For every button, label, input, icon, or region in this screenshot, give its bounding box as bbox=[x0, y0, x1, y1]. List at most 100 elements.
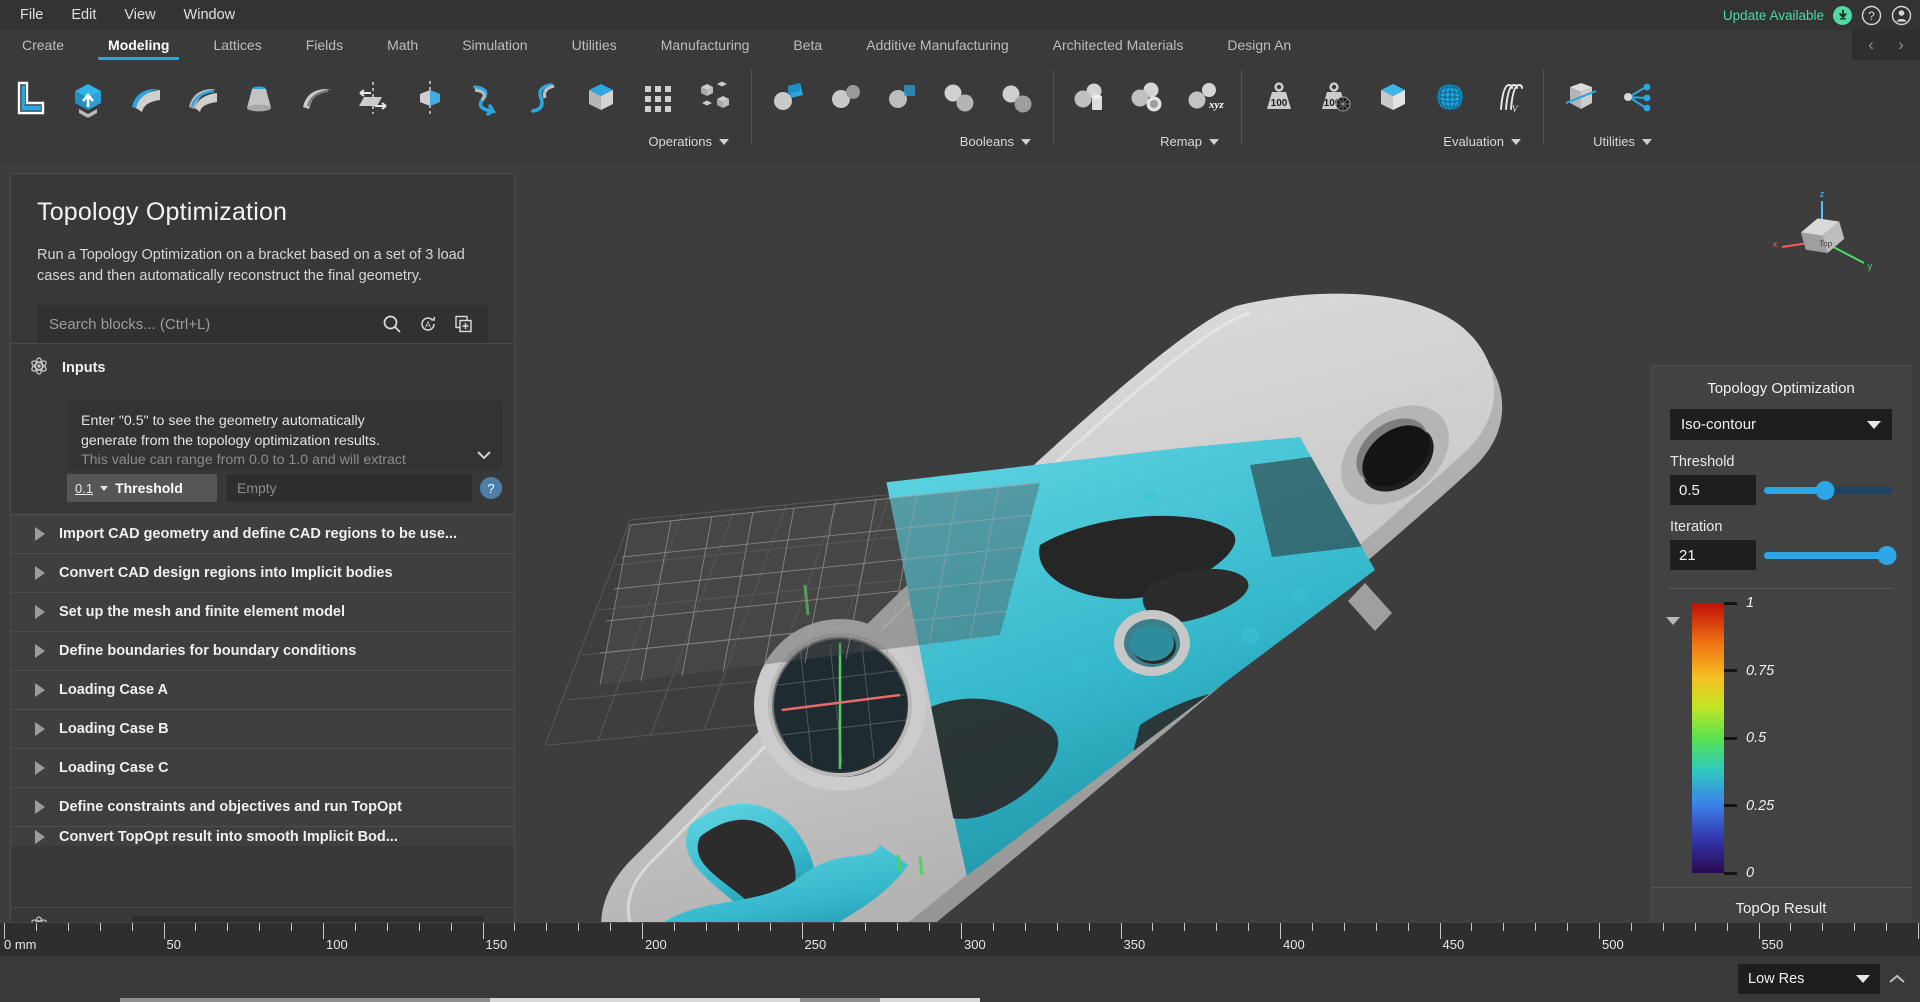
l-bracket-icon[interactable] bbox=[2, 68, 59, 128]
legend-tick-dash bbox=[1724, 804, 1737, 807]
download-arrow-icon[interactable] bbox=[1833, 6, 1852, 25]
caret-down-icon[interactable] bbox=[1666, 617, 1680, 625]
sweep-icon[interactable] bbox=[458, 68, 515, 128]
weight-100-icon[interactable]: 100 bbox=[1250, 68, 1307, 128]
display-mode-select[interactable]: Iso-contour bbox=[1670, 409, 1892, 440]
tool-group-label-remap[interactable]: Remap bbox=[1060, 134, 1235, 149]
revolve-icon[interactable] bbox=[401, 68, 458, 128]
menu-item-file[interactable]: File bbox=[6, 0, 57, 30]
inputs-section-label: Inputs bbox=[62, 360, 106, 376]
shell-blue-icon[interactable] bbox=[116, 68, 173, 128]
tab-simulation[interactable]: Simulation bbox=[440, 30, 549, 60]
iteration-value-input[interactable]: 21 bbox=[1670, 540, 1756, 570]
tab-design-analysis[interactable]: Design An bbox=[1205, 30, 1313, 60]
tab-beta[interactable]: Beta bbox=[771, 30, 844, 60]
update-available-label[interactable]: Update Available bbox=[1723, 8, 1824, 23]
threshold-slider[interactable] bbox=[1764, 479, 1892, 501]
tab-lattices[interactable]: Lattices bbox=[191, 30, 283, 60]
tool-group-label-booleans[interactable]: Booleans bbox=[758, 134, 1047, 149]
pattern-scatter-icon[interactable] bbox=[686, 68, 743, 128]
menu-item-window[interactable]: Window bbox=[170, 0, 250, 30]
accordion-item-convert-topopt[interactable]: Convert TopOpt result into smooth Implic… bbox=[11, 826, 514, 846]
resolution-select[interactable]: Low Res bbox=[1738, 964, 1880, 994]
boolean-intersect-icon[interactable] bbox=[874, 68, 931, 128]
threshold-label-cell[interactable]: 0.1 Threshold bbox=[67, 474, 217, 502]
voxel-sphere-icon[interactable] bbox=[1421, 68, 1478, 128]
chevron-down-icon[interactable] bbox=[719, 139, 729, 145]
slider-knob[interactable] bbox=[1877, 546, 1896, 565]
tab-modeling[interactable]: Modeling bbox=[86, 30, 191, 60]
tab-scroll-next-icon[interactable]: › bbox=[1886, 35, 1916, 55]
accordion-item-define-constraints[interactable]: Define constraints and objectives and ru… bbox=[11, 787, 514, 826]
boolean-difference-icon[interactable] bbox=[988, 68, 1045, 128]
accordion-item-convert-cad[interactable]: Convert CAD design regions into Implicit… bbox=[11, 553, 514, 592]
remap-xyz-icon[interactable]: xyz bbox=[1176, 68, 1233, 128]
iteration-slider[interactable] bbox=[1764, 544, 1892, 566]
accordion-item-loading-case-a[interactable]: Loading Case A bbox=[11, 670, 514, 709]
accordion-item-loading-case-b[interactable]: Loading Case B bbox=[11, 709, 514, 748]
accordion-item-loading-case-c[interactable]: Loading Case C bbox=[11, 748, 514, 787]
tab-additive-manufacturing[interactable]: Additive Manufacturing bbox=[844, 30, 1030, 60]
chevron-down-icon[interactable] bbox=[1021, 139, 1031, 145]
tab-scroll-prev-icon[interactable]: ‹ bbox=[1856, 35, 1886, 55]
menu-bar: File Edit View Window Update Available ? bbox=[0, 0, 1920, 30]
search-input[interactable] bbox=[49, 316, 374, 333]
chevron-down-icon[interactable] bbox=[1511, 139, 1521, 145]
extrude-up-icon[interactable] bbox=[59, 68, 116, 128]
menu-item-view[interactable]: View bbox=[110, 0, 169, 30]
atom-icon bbox=[29, 356, 49, 380]
threshold-step-value[interactable]: 0.1 bbox=[75, 481, 93, 496]
taper-cone-icon[interactable] bbox=[230, 68, 287, 128]
horizontal-ruler[interactable]: 50100150200250300350400450500550600 0 mm bbox=[0, 922, 1920, 956]
remap-cylinder-icon[interactable] bbox=[1062, 68, 1119, 128]
tab-manufacturing[interactable]: Manufacturing bbox=[639, 30, 772, 60]
offset-shell-icon[interactable] bbox=[173, 68, 230, 128]
ruler-tick bbox=[1440, 923, 1441, 939]
tab-architected-materials[interactable]: Architected Materials bbox=[1031, 30, 1206, 60]
accordion-item-import-cad[interactable]: Import CAD geometry and define CAD regio… bbox=[11, 514, 514, 553]
threshold-value-input[interactable]: 0.5 bbox=[1670, 475, 1756, 505]
view-orientation-gizmo[interactable]: z y x Top bbox=[1760, 185, 1880, 295]
auto-refresh-icon[interactable]: A bbox=[410, 309, 446, 339]
tool-group-label-operations[interactable]: Operations bbox=[0, 134, 745, 149]
grid-array-icon[interactable] bbox=[629, 68, 686, 128]
bounding-box-icon[interactable] bbox=[1364, 68, 1421, 128]
expand-panel-button[interactable] bbox=[1880, 964, 1914, 994]
mirror-icon[interactable] bbox=[344, 68, 401, 128]
weight-mesh-icon[interactable]: 100 bbox=[1307, 68, 1364, 128]
chevron-down-icon[interactable] bbox=[100, 486, 108, 491]
tab-create[interactable]: Create bbox=[0, 30, 86, 60]
account-circle-icon[interactable] bbox=[1891, 5, 1912, 26]
tool-group-label-utilities[interactable]: Utilities bbox=[1550, 134, 1668, 149]
chevron-down-icon[interactable] bbox=[1642, 139, 1652, 145]
boolean-add-icon[interactable] bbox=[760, 68, 817, 128]
tab-fields[interactable]: Fields bbox=[284, 30, 365, 60]
add-panel-icon[interactable] bbox=[446, 309, 482, 339]
threshold-input[interactable]: Empty bbox=[227, 474, 472, 502]
boolean-subtract-icon[interactable] bbox=[817, 68, 874, 128]
legend-tick-dash bbox=[1724, 669, 1737, 672]
box-icon[interactable] bbox=[572, 68, 629, 128]
search-icon[interactable] bbox=[374, 309, 410, 339]
tool-group-label-evaluation[interactable]: Evaluation bbox=[1248, 134, 1537, 149]
tab-utilities[interactable]: Utilities bbox=[550, 30, 639, 60]
tab-math[interactable]: Math bbox=[365, 30, 440, 60]
accordion-item-define-boundaries[interactable]: Define boundaries for boundary condition… bbox=[11, 631, 514, 670]
ruler-tick bbox=[1057, 923, 1058, 931]
cut-plane-icon[interactable] bbox=[1552, 68, 1609, 128]
chevron-down-icon[interactable] bbox=[476, 447, 492, 464]
boolean-union-icon[interactable] bbox=[931, 68, 988, 128]
slider-knob[interactable] bbox=[1816, 481, 1835, 500]
inputs-section-header[interactable]: Inputs bbox=[11, 343, 514, 392]
question-mark-icon[interactable]: ? bbox=[480, 477, 502, 499]
integral-icon[interactable]: V bbox=[1478, 68, 1535, 128]
menu-item-edit[interactable]: Edit bbox=[57, 0, 110, 30]
ruler-tick bbox=[738, 923, 739, 931]
remap-sphere-icon[interactable] bbox=[1119, 68, 1176, 128]
help-circle-icon[interactable]: ? bbox=[1861, 5, 1882, 26]
node-graph-icon[interactable] bbox=[1609, 68, 1666, 128]
accordion-item-setup-mesh[interactable]: Set up the mesh and finite element model bbox=[11, 592, 514, 631]
twist-icon[interactable] bbox=[515, 68, 572, 128]
chevron-down-icon[interactable] bbox=[1209, 139, 1219, 145]
thicken-icon[interactable] bbox=[287, 68, 344, 128]
